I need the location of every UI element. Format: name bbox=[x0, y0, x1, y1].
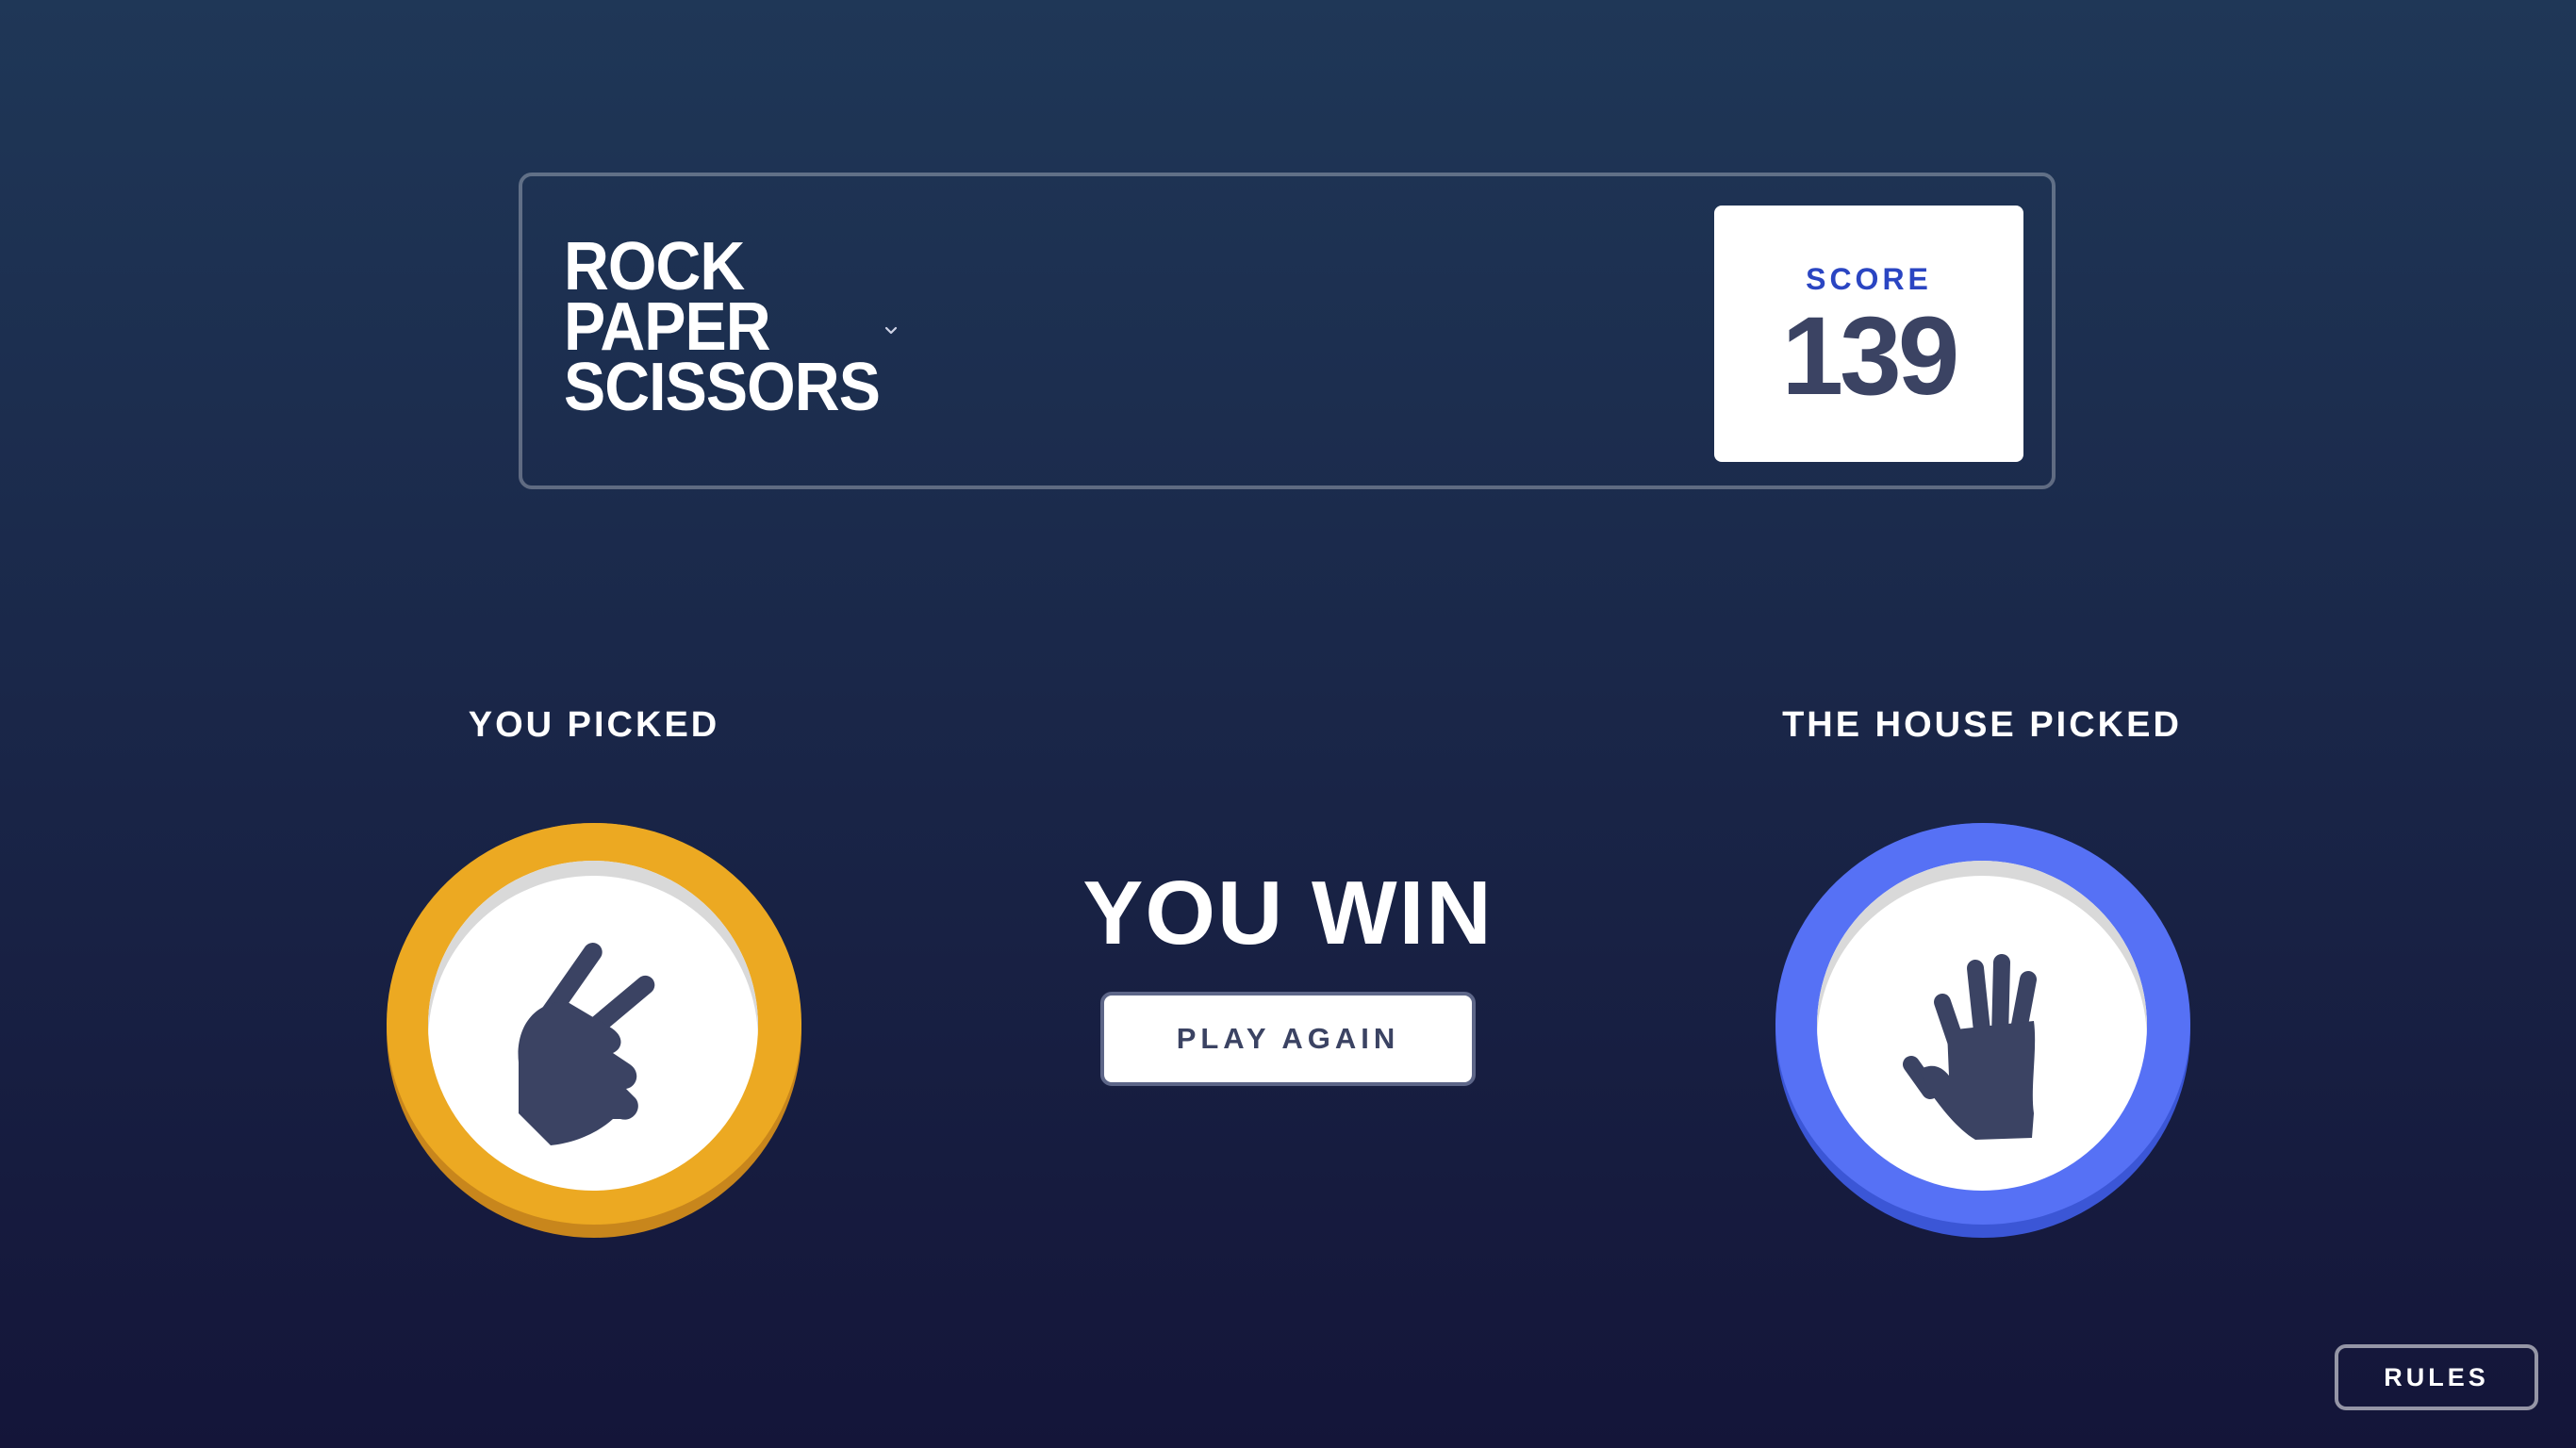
scissors-hand-icon bbox=[518, 943, 655, 1145]
score-label: SCORE bbox=[1806, 262, 1932, 296]
scoreboard-header: ROCK PAPER SCISSORS SCORE 139 bbox=[519, 173, 2056, 489]
game-title: ROCK PAPER SCISSORS bbox=[564, 229, 881, 425]
score-value: 139 bbox=[1781, 294, 1960, 419]
score-box: SCORE 139 bbox=[1714, 206, 2023, 462]
token-face bbox=[1817, 861, 2147, 1191]
you-picked-label: YOU PICKED bbox=[468, 705, 720, 745]
house-picked-label: THE HOUSE PICKED bbox=[1782, 705, 2182, 745]
chevron-down-icon bbox=[884, 326, 898, 335]
title-line-paper: PAPER bbox=[564, 289, 771, 365]
result-text: YOU WIN bbox=[1082, 863, 1494, 963]
play-again-button[interactable]: PLAY AGAIN bbox=[1100, 992, 1476, 1086]
player-choice-scissors-token bbox=[387, 823, 801, 1238]
title-line-rock: ROCK bbox=[564, 229, 745, 304]
title-line-scissors: SCISSORS bbox=[564, 350, 881, 425]
paper-hand-icon bbox=[1903, 954, 2037, 1140]
rules-button[interactable]: RULES bbox=[2335, 1344, 2538, 1410]
token-face bbox=[428, 861, 758, 1191]
house-choice-paper-token bbox=[1775, 823, 2190, 1238]
